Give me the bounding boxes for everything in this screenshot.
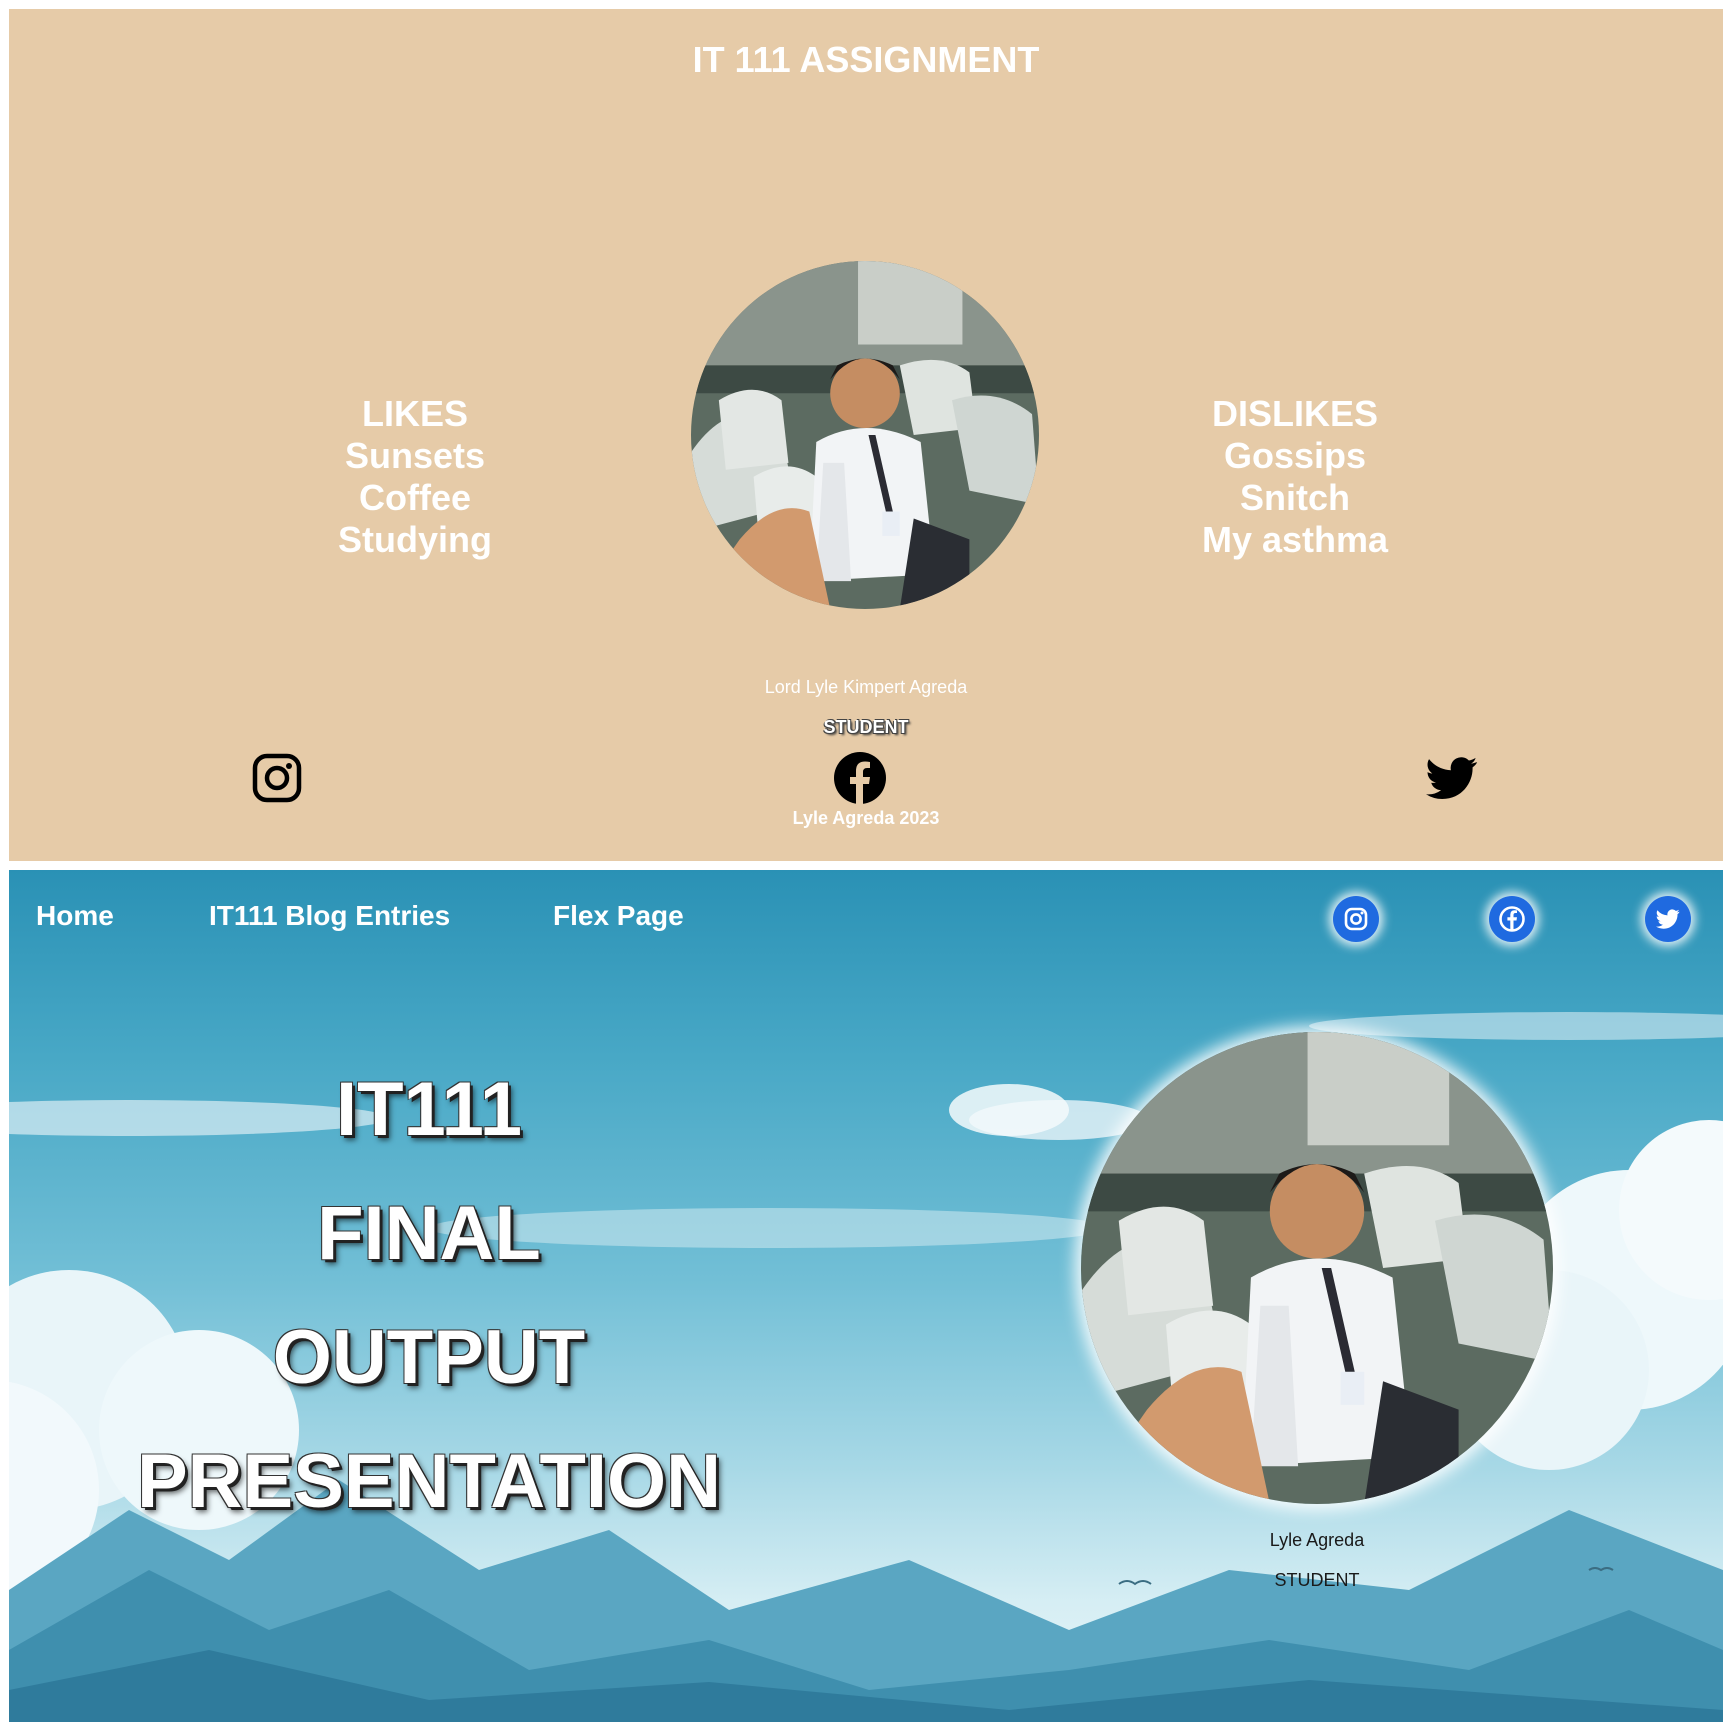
nav-blog-entries[interactable]: IT111 Blog Entries xyxy=(209,900,450,932)
dislikes-heading: DISLIKES xyxy=(1211,393,1379,434)
footer-text: Lyle Agreda 2023 xyxy=(792,808,940,828)
dislikes-list: DISLIKES Gossips Snitch My asthma xyxy=(1125,393,1465,561)
list-item: Coffee xyxy=(358,477,471,518)
hero-line: FINAL xyxy=(317,1191,541,1276)
profile-name: Lyle Agreda xyxy=(1269,1530,1365,1550)
list-item: My asthma xyxy=(1201,519,1389,560)
page-title: IT 111 ASSIGNMENT xyxy=(692,39,1040,80)
list-item: Snitch xyxy=(1239,477,1350,518)
twitter-icon[interactable] xyxy=(1423,752,1481,804)
hero-line: OUTPUT xyxy=(272,1315,586,1400)
list-item: Sunsets xyxy=(344,435,486,476)
list-item: Studying xyxy=(338,519,492,560)
nav-home[interactable]: Home xyxy=(36,900,114,932)
profile-photo xyxy=(691,261,1039,609)
twitter-icon[interactable] xyxy=(1645,896,1691,942)
hero-line: IT111 xyxy=(336,1067,522,1152)
final-output-page: Home IT111 Blog Entries Flex Page IT111 … xyxy=(9,870,1723,1722)
hero-title: IT111 FINAL OUTPUT PRESENTATION xyxy=(49,1048,809,1544)
facebook-icon[interactable] xyxy=(1489,896,1535,942)
profile-role: STUDENT xyxy=(823,717,909,737)
list-item: Gossips xyxy=(1223,435,1367,476)
instagram-icon[interactable] xyxy=(251,752,303,804)
likes-list: LIKES Sunsets Coffee Studying xyxy=(245,393,585,561)
assignment-page: IT 111 ASSIGNMENT LIKES Sunsets Coffee S… xyxy=(9,9,1723,861)
hero-line: PRESENTATION xyxy=(136,1439,722,1524)
profile-role: STUDENT xyxy=(1274,1570,1360,1590)
nav-flex-page[interactable]: Flex Page xyxy=(553,900,684,932)
facebook-icon[interactable] xyxy=(834,752,886,804)
profile-name: Lord Lyle Kimpert Agreda xyxy=(764,677,968,697)
instagram-icon[interactable] xyxy=(1333,896,1379,942)
likes-heading: LIKES xyxy=(361,393,468,434)
profile-photo xyxy=(1081,1032,1553,1504)
